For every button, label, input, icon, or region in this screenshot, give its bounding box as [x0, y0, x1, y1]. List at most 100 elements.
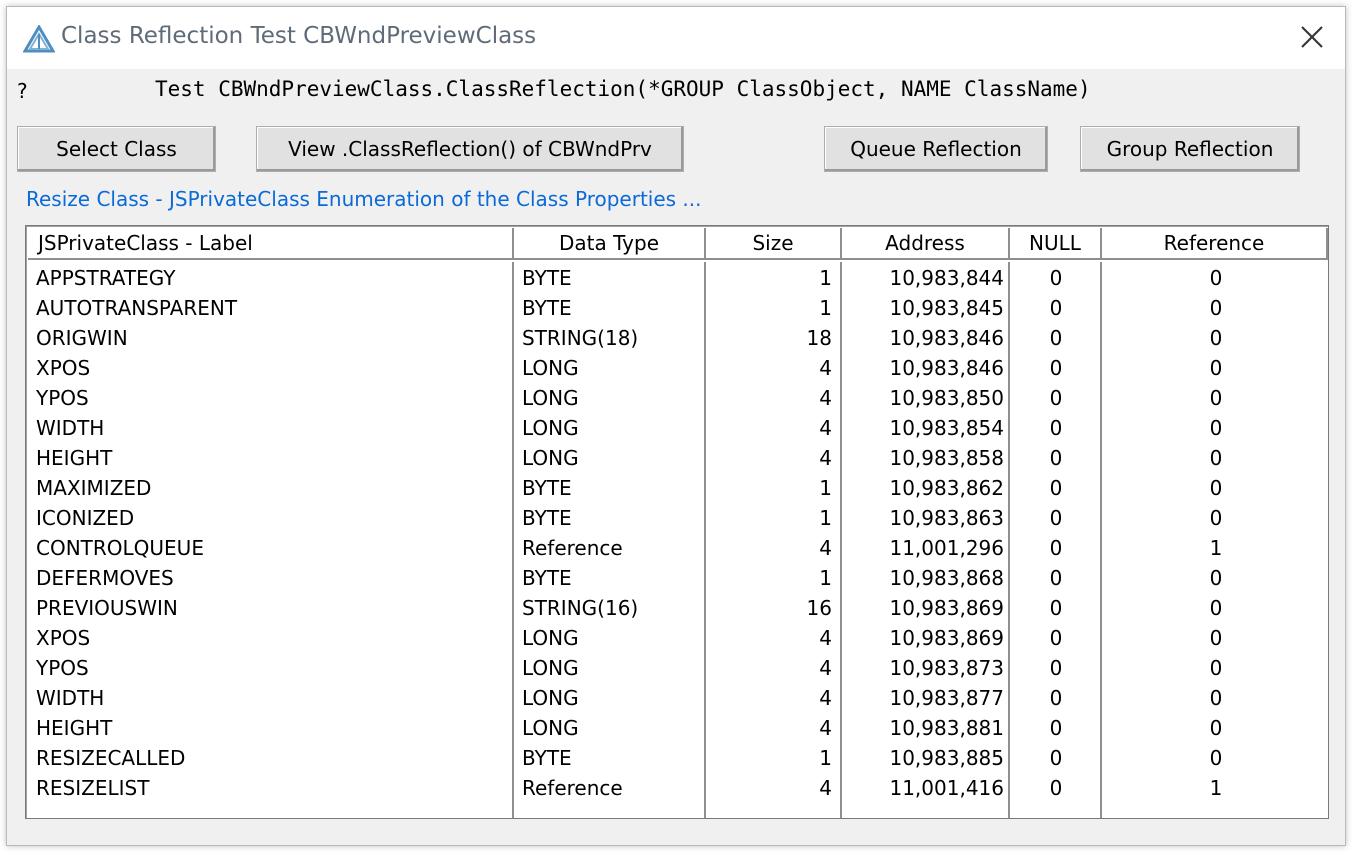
cell-reference: 0 — [1209, 446, 1223, 470]
cell-reference: 1 — [1209, 536, 1223, 560]
table-row[interactable]: XPOS LONG 4 10,983,846 0 0 — [26, 353, 1328, 383]
cell-null: 0 — [1049, 386, 1063, 410]
app-logo-icon — [22, 24, 56, 53]
properties-list[interactable]: JSPrivateClass - Label Data Type Size Ad… — [25, 225, 1329, 819]
cell-label: APPSTRATEGY — [36, 266, 176, 290]
table-row[interactable]: WIDTH LONG 4 10,983,854 0 0 — [26, 413, 1328, 443]
cell-label: RESIZECALLED — [36, 746, 186, 770]
cell-label: HEIGHT — [36, 716, 113, 740]
cell-data-type: Reference — [522, 776, 623, 800]
cell-size: 4 — [819, 446, 832, 470]
method-signature: Test CBWndPreviewClass.ClassReflection(*… — [155, 77, 1091, 101]
cell-label: WIDTH — [36, 686, 105, 710]
cell-data-type: BYTE — [522, 506, 572, 530]
table-row[interactable]: XPOS LONG 4 10,983,869 0 0 — [26, 623, 1328, 653]
cell-null: 0 — [1049, 296, 1063, 320]
cell-null: 0 — [1049, 626, 1063, 650]
cell-address: 10,983,850 — [889, 386, 1004, 410]
cell-null: 0 — [1049, 326, 1063, 350]
cell-size: 1 — [819, 746, 832, 770]
cell-reference: 0 — [1209, 656, 1223, 680]
cell-size: 4 — [819, 776, 832, 800]
header-label[interactable]: JSPrivateClass - Label — [28, 228, 514, 260]
table-row[interactable]: YPOS LONG 4 10,983,873 0 0 — [26, 653, 1328, 683]
table-row[interactable]: RESIZECALLED BYTE 1 10,983,885 0 0 — [26, 743, 1328, 773]
cell-null: 0 — [1049, 356, 1063, 380]
view-reflection-button[interactable]: View .ClassReflection() of CBWndPrv — [256, 126, 684, 172]
cell-size: 4 — [819, 386, 832, 410]
cell-address: 11,001,416 — [889, 776, 1004, 800]
cell-label: DEFERMOVES — [36, 566, 174, 590]
cell-label: YPOS — [36, 386, 89, 410]
header-address[interactable]: Address — [842, 228, 1010, 260]
cell-size: 1 — [819, 476, 832, 500]
cell-reference: 0 — [1209, 356, 1223, 380]
cell-label: MAXIMIZED — [36, 476, 152, 500]
cell-address: 10,983,869 — [889, 596, 1004, 620]
cell-size: 1 — [819, 506, 832, 530]
cell-data-type: LONG — [522, 416, 579, 440]
header-data-type[interactable]: Data Type — [514, 228, 706, 260]
header-null[interactable]: NULL — [1010, 228, 1102, 260]
table-row[interactable]: MAXIMIZED BYTE 1 10,983,862 0 0 — [26, 473, 1328, 503]
table-row[interactable]: ORIGWIN STRING(18) 18 10,983,846 0 0 — [26, 323, 1328, 353]
cell-size: 4 — [819, 356, 832, 380]
header-size[interactable]: Size — [706, 228, 842, 260]
cell-size: 16 — [806, 596, 832, 620]
cell-data-type: LONG — [522, 446, 579, 470]
list-header: JSPrivateClass - Label Data Type Size Ad… — [26, 226, 1328, 262]
cell-label: YPOS — [36, 656, 89, 680]
table-row[interactable]: AUTOTRANSPARENT BYTE 1 10,983,845 0 0 — [26, 293, 1328, 323]
cell-reference: 0 — [1209, 416, 1223, 440]
cell-address: 10,983,846 — [889, 356, 1004, 380]
cell-label: XPOS — [36, 356, 91, 380]
cell-null: 0 — [1049, 416, 1063, 440]
table-row[interactable]: ICONIZED BYTE 1 10,983,863 0 0 — [26, 503, 1328, 533]
table-row[interactable]: PREVIOUSWIN STRING(16) 16 10,983,869 0 0 — [26, 593, 1328, 623]
cell-data-type: LONG — [522, 626, 579, 650]
cell-reference: 0 — [1209, 566, 1223, 590]
cell-size: 4 — [819, 416, 832, 440]
cell-label: WIDTH — [36, 416, 105, 440]
cell-address: 10,983,877 — [889, 686, 1004, 710]
cell-null: 0 — [1049, 686, 1063, 710]
cell-null: 0 — [1049, 536, 1063, 560]
cell-null: 0 — [1049, 476, 1063, 500]
cell-data-type: BYTE — [522, 746, 572, 770]
cell-reference: 0 — [1209, 266, 1223, 290]
cell-size: 4 — [819, 536, 832, 560]
close-button[interactable] — [1281, 7, 1345, 69]
cell-data-type: LONG — [522, 656, 579, 680]
cell-reference: 0 — [1209, 296, 1223, 320]
table-row[interactable]: DEFERMOVES BYTE 1 10,983,868 0 0 — [26, 563, 1328, 593]
help-mark[interactable]: ? — [17, 79, 28, 103]
cell-reference: 1 — [1209, 776, 1223, 800]
cell-label: AUTOTRANSPARENT — [36, 296, 238, 320]
table-row[interactable]: HEIGHT LONG 4 10,983,881 0 0 — [26, 713, 1328, 743]
table-row[interactable]: RESIZELIST Reference 4 11,001,416 0 1 — [26, 773, 1328, 803]
cell-address: 10,983,845 — [889, 296, 1004, 320]
table-row[interactable]: YPOS LONG 4 10,983,850 0 0 — [26, 383, 1328, 413]
cell-address: 10,983,862 — [889, 476, 1004, 500]
table-row[interactable]: WIDTH LONG 4 10,983,877 0 0 — [26, 683, 1328, 713]
list-caption: Resize Class - JSPrivateClass Enumeratio… — [26, 187, 702, 211]
cell-data-type: STRING(16) — [522, 596, 639, 620]
queue-reflection-button[interactable]: Queue Reflection — [824, 126, 1048, 172]
cell-reference: 0 — [1209, 386, 1223, 410]
title-bar[interactable]: Class Reflection Test CBWndPreviewClass — [7, 7, 1345, 69]
table-row[interactable]: CONTROLQUEUE Reference 4 11,001,296 0 1 — [26, 533, 1328, 563]
cell-address: 10,983,885 — [889, 746, 1004, 770]
cell-size: 1 — [819, 566, 832, 590]
select-class-button[interactable]: Select Class — [17, 126, 216, 172]
cell-data-type: BYTE — [522, 296, 572, 320]
cell-size: 4 — [819, 686, 832, 710]
group-reflection-button[interactable]: Group Reflection — [1080, 126, 1300, 172]
cell-label: XPOS — [36, 626, 91, 650]
header-reference[interactable]: Reference — [1102, 228, 1328, 260]
table-row[interactable]: APPSTRATEGY BYTE 1 10,983,844 0 0 — [26, 263, 1328, 293]
cell-data-type: BYTE — [522, 566, 572, 590]
cell-null: 0 — [1049, 746, 1063, 770]
cell-label: RESIZELIST — [36, 776, 150, 800]
cell-reference: 0 — [1209, 476, 1223, 500]
table-row[interactable]: HEIGHT LONG 4 10,983,858 0 0 — [26, 443, 1328, 473]
